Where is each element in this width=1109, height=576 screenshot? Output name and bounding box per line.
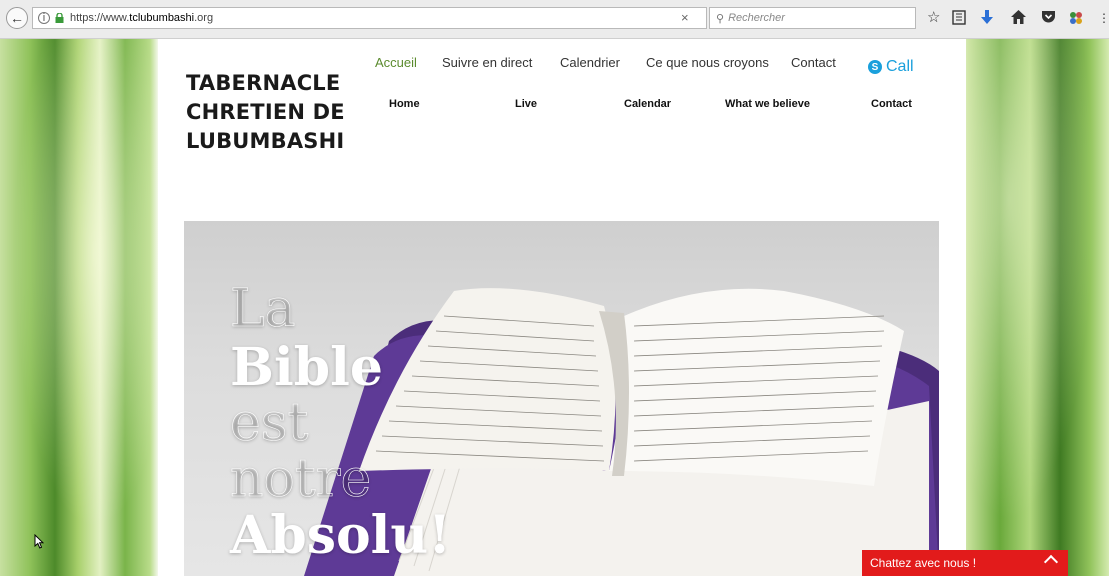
logo-line: CHRETIEN DE bbox=[186, 100, 345, 124]
url-text: https://www.tclubumbashi.org bbox=[70, 12, 213, 24]
hero-line-absolu: Absolu! bbox=[230, 505, 452, 566]
address-bar[interactable]: i https://www.tclubumbashi.org bbox=[32, 7, 707, 29]
mouse-cursor-icon bbox=[34, 534, 44, 549]
nav-suivre-en-direct[interactable]: Suivre en direct bbox=[442, 55, 532, 70]
nav-contact[interactable]: Contact bbox=[791, 55, 836, 70]
hero-banner: La Bible est notre Absolu! bbox=[184, 221, 939, 576]
call-label: Call bbox=[886, 58, 914, 75]
skype-call-button[interactable]: S Call bbox=[868, 58, 914, 76]
search-input[interactable]: ⚲ Rechercher bbox=[709, 7, 916, 29]
hero-line-notre: notre bbox=[230, 449, 372, 510]
info-icon[interactable]: i bbox=[38, 12, 50, 24]
search-placeholder: Rechercher bbox=[728, 12, 785, 24]
chevron-up-icon[interactable] bbox=[1043, 554, 1059, 570]
lock-icon[interactable] bbox=[55, 13, 64, 23]
nav-what-we-believe[interactable]: What we believe bbox=[725, 98, 810, 110]
pocket-icon[interactable] bbox=[1041, 10, 1056, 28]
logo-line: TABERNACLE bbox=[186, 71, 341, 95]
menu-icon[interactable]: ⋮ bbox=[1098, 10, 1109, 26]
background-leaves-right bbox=[966, 39, 1109, 576]
reading-list-icon[interactable] bbox=[952, 10, 966, 29]
logo-line: LUBUMBASHI bbox=[186, 129, 345, 153]
url-domain: tclubumbashi bbox=[129, 12, 195, 24]
main-content: TABERNACLE CHRETIEN DE LUBUMBASHI Accuei… bbox=[158, 39, 966, 576]
hero-line-la: La bbox=[230, 279, 296, 340]
url-suffix: .org bbox=[194, 12, 214, 24]
download-icon[interactable] bbox=[981, 10, 993, 29]
nav-ce-que-nous-croyons[interactable]: Ce que nous croyons bbox=[646, 55, 769, 70]
chat-label: Chattez avec nous ! bbox=[870, 556, 977, 570]
site-logo[interactable]: TABERNACLE CHRETIEN DE LUBUMBASHI bbox=[186, 69, 345, 156]
back-arrow-icon[interactable]: ← bbox=[6, 7, 28, 29]
browser-toolbar: ← i https://www.tclubumbashi.org × ⚲ Rec… bbox=[0, 0, 1109, 39]
nav-calendar[interactable]: Calendar bbox=[624, 98, 671, 110]
nav-accueil[interactable]: Accueil bbox=[375, 55, 417, 70]
nav-contact-en[interactable]: Contact bbox=[871, 98, 912, 110]
chat-widget-bar[interactable]: Chattez avec nous ! bbox=[862, 550, 1068, 576]
home-icon[interactable] bbox=[1011, 10, 1026, 28]
nav-live[interactable]: Live bbox=[515, 98, 537, 110]
bookmark-star-icon[interactable]: ☆ bbox=[927, 10, 940, 26]
background-leaves-left bbox=[0, 39, 158, 576]
nav-calendrier[interactable]: Calendrier bbox=[560, 55, 620, 70]
hero-line-bible: Bible bbox=[230, 337, 383, 398]
skype-icon: S bbox=[868, 60, 882, 74]
clear-url-icon[interactable]: × bbox=[681, 10, 689, 25]
url-prefix: https://www. bbox=[70, 12, 130, 24]
extension-icon[interactable] bbox=[1068, 10, 1084, 30]
nav-home[interactable]: Home bbox=[389, 98, 420, 110]
search-icon: ⚲ bbox=[716, 12, 725, 25]
hero-line-est: est bbox=[230, 393, 309, 454]
